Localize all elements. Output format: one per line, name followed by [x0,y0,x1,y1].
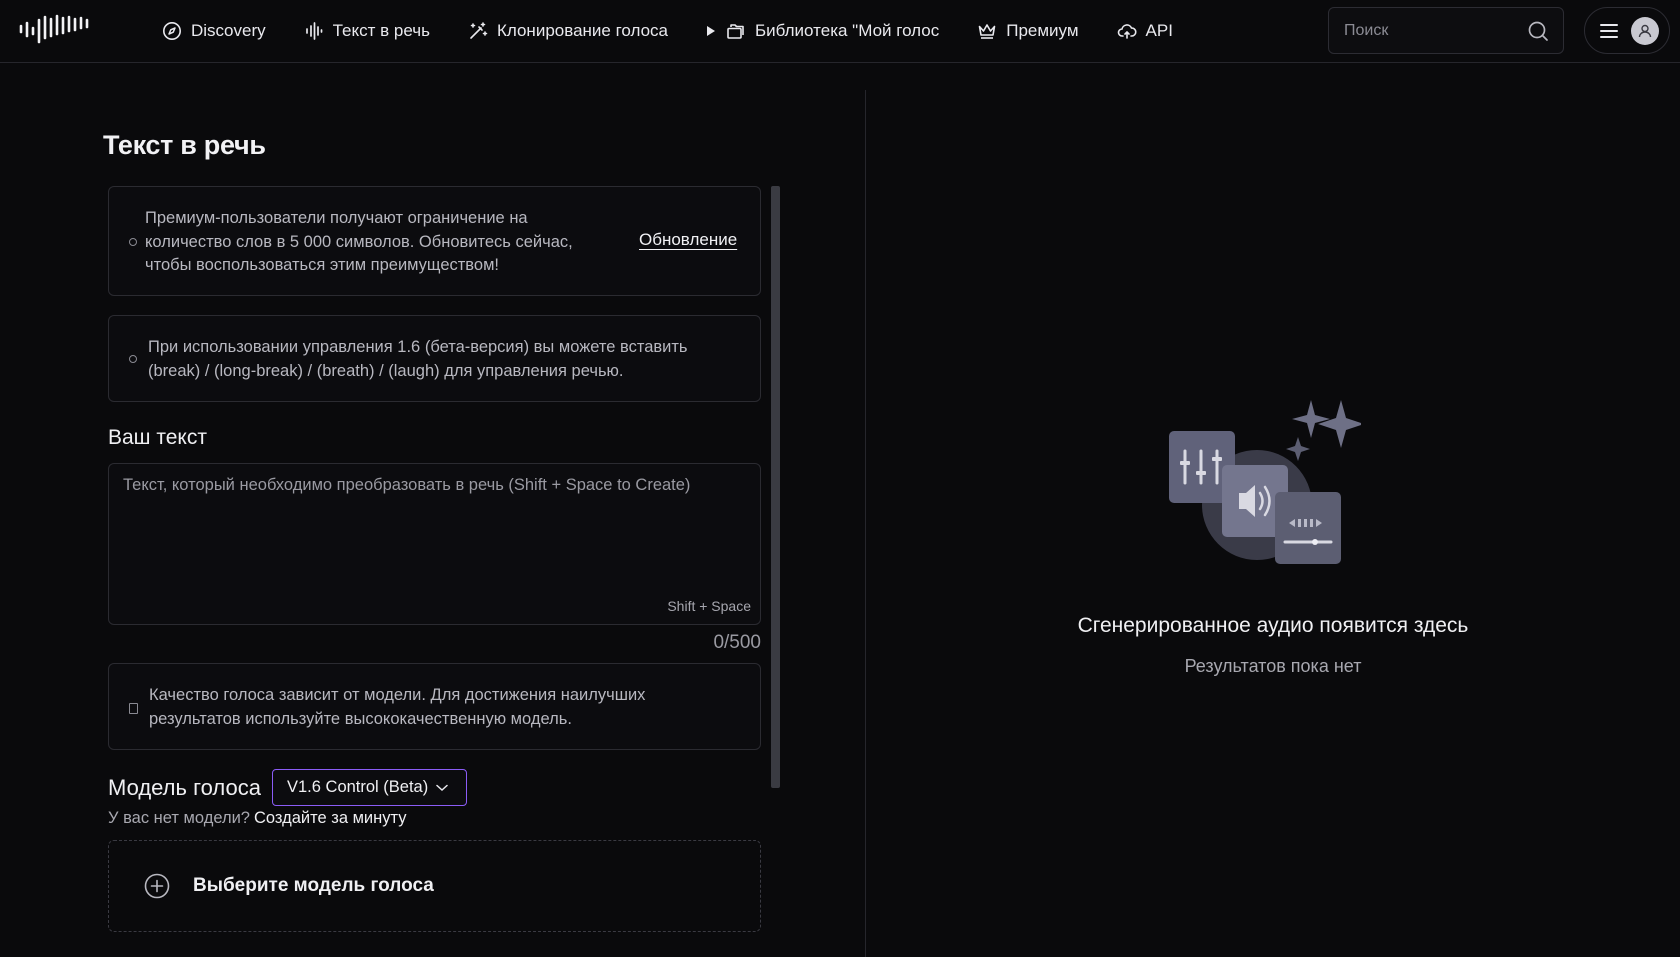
nav-item-label: API [1145,21,1173,40]
logo-icon[interactable] [18,14,96,46]
no-model-text: У вас нет модели? [108,809,250,827]
model-version-value: V1.6 Control (Beta) [287,778,429,796]
folder-icon [727,24,744,39]
premium-notice: Премиум-пользователи получают ограничени… [108,186,761,296]
nav-item-label: Клонирование голоса [496,21,669,40]
scrollbar[interactable] [771,186,780,788]
nav-item-discovery[interactable]: Discovery [162,21,266,41]
waveform-icon [305,22,322,40]
shortcut-hint: Shift + Space [667,598,751,614]
nav-item-api[interactable]: API [1117,21,1173,41]
cloud-icon [1117,24,1137,39]
top-navigation-bar: Discovery Текст в речь Клонирование голо… [0,0,1680,63]
nav-item-voice-library[interactable]: Библиотека "Мой голос [706,21,939,41]
nav-item-label: Библиотека "Мой голос [755,21,940,40]
empty-result-subtitle: Результатов пока нет [1184,656,1362,676]
create-model-link[interactable]: Создайте за минуту [254,809,407,827]
text-editor: Shift + Space [108,463,761,625]
page-title: Текст в речь [103,130,266,160]
character-counter: 0/500 [713,632,761,653]
info-circle-icon [129,355,137,363]
crown-icon [978,24,996,39]
search-input[interactable] [1344,21,1519,40]
upgrade-link[interactable]: Обновление [639,230,737,250]
avatar[interactable] [1631,16,1659,45]
search-icon[interactable] [1527,20,1549,42]
document-icon [129,703,138,714]
text-input[interactable] [123,476,743,586]
control-notice: При использовании управления 1.6 (бета-в… [108,315,761,402]
nav-item-voice-cloning[interactable]: Клонирование голоса [468,21,668,41]
quality-notice-text: Качество голоса зависит от модели. Для д… [149,686,646,728]
nav-item-text-to-speech[interactable]: Текст в речь [304,21,430,41]
no-model-hint: У вас нет модели? Создайте за минуту [108,809,407,828]
voice-model-label: Модель голоса [108,775,261,800]
quality-notice: Качество голоса зависит от модели. Для д… [108,663,761,750]
panel-divider [865,90,866,957]
info-dot-icon [129,238,137,246]
nav-item-label: Текст в речь [332,21,430,40]
nav-item-label: Премиум [1006,21,1079,40]
search-box[interactable] [1328,7,1564,54]
main-nav: Discovery Текст в речь Клонирование голо… [162,0,1211,62]
nav-item-premium[interactable]: Премиум [977,21,1079,41]
control-notice-text: При использовании управления 1.6 (бета-в… [148,338,688,380]
premium-notice-text: Премиум-пользователи получают ограничени… [145,209,573,274]
select-voice-model-button[interactable]: Выберите модель голоса [108,840,761,932]
select-voice-model-label: Выберите модель голоса [193,875,434,896]
audio-placeholder-illustration [1169,400,1361,564]
chevron-down-icon [436,784,448,791]
your-text-label: Ваш текст [108,426,207,449]
model-version-select[interactable]: V1.6 Control (Beta) [272,769,467,806]
nav-item-label: Discovery [191,21,266,40]
empty-result-title: Сгенерированное аудио появится здесь [1077,614,1469,637]
play-icon [707,26,716,36]
compass-icon [163,22,181,40]
magic-wand-icon [470,22,488,39]
hamburger-menu-icon[interactable] [1599,23,1619,39]
user-menu-button[interactable] [1584,7,1670,54]
user-icon [1638,24,1652,37]
plus-circle-icon [144,873,170,899]
